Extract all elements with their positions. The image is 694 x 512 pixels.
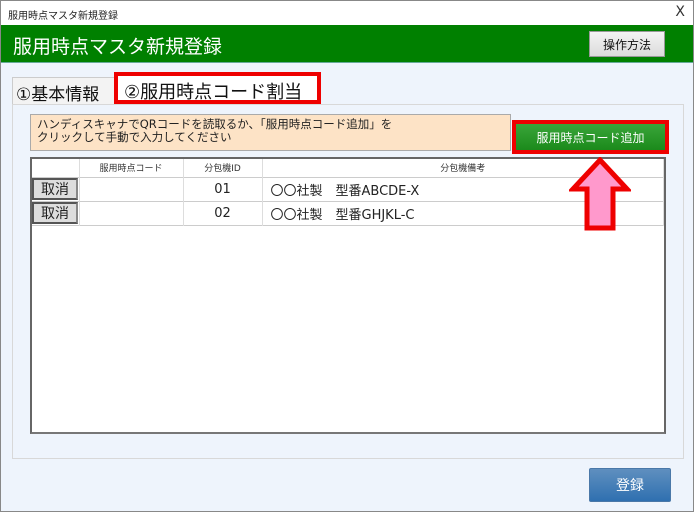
header-bar: 服用時点マスタ新規登録 操作方法 [1, 25, 693, 63]
add-code-button[interactable]: 服用時点コード追加 [516, 124, 665, 150]
instruction-line: クリックして手動で入力してください [37, 130, 232, 144]
id-cell: 02 [183, 200, 263, 225]
title-bar: 服用時点マスタ新規登録 [1, 1, 693, 25]
column-header: 服用時点コード [79, 159, 184, 177]
help-button[interactable]: 操作方法 [589, 31, 665, 57]
register-button[interactable]: 登録 [589, 468, 671, 502]
instruction-box: ハンディスキャナでQRコードを読取るか、「服用時点コード追加」を クリックして手… [30, 114, 511, 151]
tab-basic-info[interactable]: ①基本情報 [12, 77, 116, 105]
up-arrow-icon [569, 157, 631, 231]
id-cell: 01 [183, 176, 263, 201]
column-header [32, 159, 80, 177]
column-header: 分包機ID [183, 159, 263, 177]
close-icon[interactable]: X [675, 4, 685, 20]
highlight-frame: 服用時点コード追加 [512, 120, 669, 154]
code-cell[interactable] [79, 200, 184, 225]
window-title: 服用時点マスタ新規登録 [8, 11, 118, 22]
cancel-button[interactable]: 取消 [32, 178, 78, 200]
code-cell[interactable] [79, 176, 184, 201]
tab-code-assignment[interactable]: ②服用時点コード割当 [114, 72, 321, 104]
cancel-button[interactable]: 取消 [32, 202, 78, 224]
page-title: 服用時点マスタ新規登録 [13, 36, 223, 58]
